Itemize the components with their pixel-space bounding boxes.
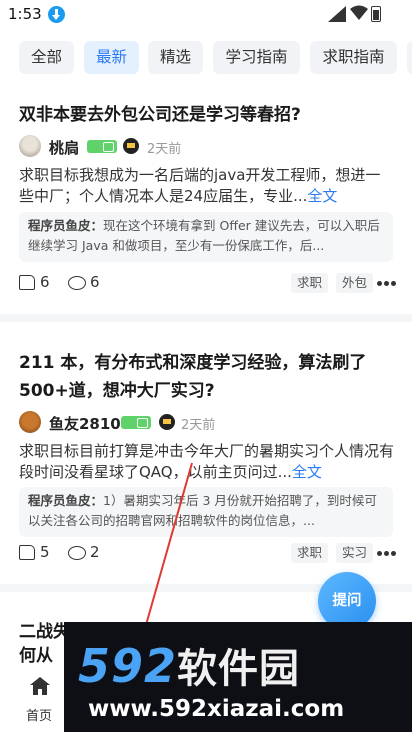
top-comment[interactable]: 程序员鱼皮：现在这个环境有拿到 Offer 建议先去，可以入职后继续学习 Jav… [19, 212, 393, 262]
like-count: 5 [40, 543, 50, 561]
author-name[interactable]: 鱼友2810 [49, 413, 121, 434]
comment-count: 2 [90, 543, 100, 561]
app-screen: 1:53 全部 最新 精选 学习指南 求职指南 双非本要去外包公司还是学习等春招… [0, 0, 412, 732]
post-title[interactable]: 211 本，有分布式和深度学习经验，算法刷了500+道，想冲大厂实习? [19, 349, 399, 405]
tag[interactable]: 求职 [291, 543, 329, 563]
category-tabs: 全部 最新 精选 学习指南 求职指南 [0, 41, 412, 75]
watermark-logo: 592软件园 [78, 639, 301, 693]
signal-icon [328, 6, 346, 22]
comment-count: 6 [90, 273, 100, 291]
status-bar: 1:53 [0, 0, 412, 30]
more-options-icon[interactable] [377, 551, 397, 557]
comment-icon[interactable] [68, 546, 86, 560]
post-time: 2天前 [147, 142, 182, 157]
comment-author: 程序员鱼皮： [28, 218, 104, 233]
tab-overflow[interactable] [407, 41, 412, 74]
tab-featured[interactable]: 精选 [148, 41, 203, 74]
like-icon[interactable] [19, 275, 35, 290]
status-time: 1:53 [8, 5, 42, 23]
post-excerpt-text: 求职目标目前打算是冲击今年大厂的暑期实习个人情况有段时间没看星球了QAQ，以前主… [19, 442, 394, 481]
wifi-icon [350, 5, 368, 20]
more-options-icon[interactable] [377, 281, 397, 287]
post-time: 2天前 [181, 418, 216, 433]
home-icon[interactable] [30, 677, 50, 695]
post-excerpt[interactable]: 求职目标目前打算是冲击今年大厂的暑期实习个人情况有段时间没看星球了QAQ，以前主… [19, 441, 394, 483]
vip-icon [123, 138, 139, 154]
site-watermark: 592软件园 www.592xiazai.com [64, 622, 412, 732]
author-name[interactable]: 桃扃 [49, 137, 79, 158]
like-icon[interactable] [19, 545, 35, 560]
tab-all[interactable]: 全部 [19, 41, 74, 74]
read-more-link[interactable]: 全文 [292, 463, 322, 481]
tag[interactable]: 实习 [336, 543, 374, 563]
battery-icon [371, 6, 381, 22]
tab-latest[interactable]: 最新 [84, 41, 139, 74]
post-title[interactable]: 双非本要去外包公司还是学习等春招? [19, 101, 399, 129]
download-icon [48, 6, 65, 23]
avatar[interactable] [19, 135, 41, 157]
tag[interactable]: 外包 [336, 273, 374, 293]
read-more-link[interactable]: 全文 [307, 187, 337, 205]
watermark-url: www.592xiazai.com [88, 696, 345, 722]
tab-study-guide[interactable]: 学习指南 [213, 41, 300, 74]
level-badge [87, 140, 117, 153]
comment-icon[interactable] [68, 276, 86, 290]
level-badge [121, 416, 151, 429]
divider [0, 314, 412, 322]
post-excerpt[interactable]: 求职目标我想成为一名后端的java开发工程师，想进一些中厂；个人情况本人是24应… [19, 165, 394, 207]
comment-author: 程序员鱼皮： [28, 493, 104, 508]
tag[interactable]: 求职 [291, 273, 329, 293]
avatar[interactable] [19, 411, 41, 433]
tab-job-guide[interactable]: 求职指南 [310, 41, 397, 74]
like-count: 6 [40, 273, 50, 291]
vip-icon [159, 414, 175, 430]
top-comment[interactable]: 程序员鱼皮：1）暑期实习年后 3 月份就开始招聘了，到时候可以关注各公司的招聘官… [19, 487, 393, 537]
nav-home-label[interactable]: 首页 [26, 705, 52, 724]
